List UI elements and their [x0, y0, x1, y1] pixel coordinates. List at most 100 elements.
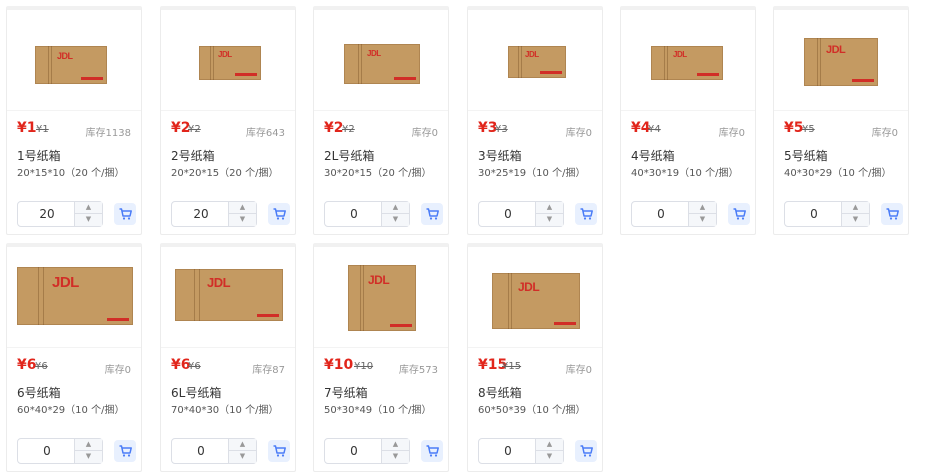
quantity-input[interactable]: 0	[632, 202, 690, 226]
product-card[interactable]: JDL ¥15 ¥15 库存0 8号纸箱 60*50*39（10 个/捆） 0 …	[467, 243, 603, 472]
add-to-cart-button[interactable]	[114, 440, 136, 462]
quantity-input[interactable]: 20	[172, 202, 230, 226]
stock-count: 库存0	[871, 128, 898, 139]
jdl-logo: JDL	[673, 50, 687, 59]
chevron-up-icon[interactable]: ▲	[841, 202, 869, 214]
product-image[interactable]: JDL	[7, 10, 141, 110]
product-image[interactable]: JDL	[161, 10, 295, 110]
quantity-stepper[interactable]: 0 ▲ ▼	[324, 201, 410, 227]
chevron-down-icon[interactable]: ▼	[228, 451, 256, 463]
add-to-cart-button[interactable]	[268, 203, 290, 225]
product-name[interactable]: 3号纸箱	[478, 147, 522, 164]
quantity-input[interactable]: 0	[172, 439, 230, 463]
product-card[interactable]: JDL ¥5 ¥5 库存0 5号纸箱 40*30*29（10 个/捆） 0 ▲ …	[773, 6, 909, 235]
original-price: ¥3	[495, 124, 508, 135]
product-name[interactable]: 1号纸箱	[17, 147, 61, 164]
product-card[interactable]: JDL ¥2 ¥2 库存0 2L号纸箱 30*20*15（20 个/捆） 0 ▲…	[313, 6, 449, 235]
cart-icon	[733, 208, 746, 220]
product-card[interactable]: JDL ¥1 ¥1 库存1138 1号纸箱 20*15*10（20 个/捆） 2…	[6, 6, 142, 235]
product-image[interactable]: JDL	[774, 10, 908, 110]
product-card[interactable]: JDL ¥10 ¥10 库存573 7号纸箱 50*30*49（10 个/捆） …	[313, 243, 449, 472]
quantity-stepper[interactable]: 0 ▲ ▼	[784, 201, 870, 227]
product-card[interactable]: JDL ¥6 ¥6 库存87 6L号纸箱 70*40*30（10 个/捆） 0 …	[160, 243, 296, 472]
quantity-stepper[interactable]: 0 ▲ ▼	[171, 438, 257, 464]
product-name[interactable]: 6L号纸箱	[171, 384, 221, 401]
chevron-up-icon[interactable]: ▲	[381, 439, 409, 451]
product-name[interactable]: 2L号纸箱	[324, 147, 374, 164]
chevron-up-icon[interactable]: ▲	[381, 202, 409, 214]
product-spec: 50*30*49（10 个/捆）	[324, 405, 432, 416]
stock-count: 库存0	[718, 128, 745, 139]
cart-icon	[886, 208, 899, 220]
quantity-stepper[interactable]: 0 ▲ ▼	[324, 438, 410, 464]
quantity-stepper[interactable]: 20 ▲ ▼	[171, 201, 257, 227]
quantity-stepper[interactable]: 0 ▲ ▼	[478, 438, 564, 464]
quantity-input[interactable]: 0	[325, 202, 383, 226]
quantity-input[interactable]: 0	[785, 202, 843, 226]
add-to-cart-button[interactable]	[881, 203, 903, 225]
chevron-down-icon[interactable]: ▼	[535, 451, 563, 463]
quantity-stepper[interactable]: 0 ▲ ▼	[17, 438, 103, 464]
add-to-cart-button[interactable]	[575, 203, 597, 225]
original-price: ¥2	[342, 124, 355, 135]
add-to-cart-button[interactable]	[421, 203, 443, 225]
chevron-down-icon[interactable]: ▼	[74, 214, 102, 226]
chevron-up-icon[interactable]: ▲	[228, 439, 256, 451]
stock-count: 库存0	[565, 365, 592, 376]
add-to-cart-button[interactable]	[575, 440, 597, 462]
product-image[interactable]: JDL	[314, 247, 448, 347]
jdl-logo: JDL	[207, 275, 231, 290]
chevron-up-icon[interactable]: ▲	[74, 202, 102, 214]
stock-count: 库存0	[411, 128, 438, 139]
quantity-stepper[interactable]: 0 ▲ ▼	[478, 201, 564, 227]
chevron-down-icon[interactable]: ▼	[228, 214, 256, 226]
chevron-down-icon[interactable]: ▼	[74, 451, 102, 463]
product-name[interactable]: 6号纸箱	[17, 384, 61, 401]
chevron-up-icon[interactable]: ▲	[535, 202, 563, 214]
chevron-up-icon[interactable]: ▲	[535, 439, 563, 451]
original-price: ¥15	[502, 361, 522, 372]
product-spec: 60*40*29（10 个/捆）	[17, 405, 125, 416]
stock-count: 库存643	[245, 128, 285, 139]
quantity-input[interactable]: 20	[18, 202, 76, 226]
quantity-input[interactable]: 0	[18, 439, 76, 463]
product-card[interactable]: JDL ¥3 ¥3 库存0 3号纸箱 30*25*19（10 个/捆） 0 ▲ …	[467, 6, 603, 235]
product-name[interactable]: 4号纸箱	[631, 147, 675, 164]
quantity-stepper[interactable]: 0 ▲ ▼	[631, 201, 717, 227]
product-image[interactable]: JDL	[314, 10, 448, 110]
chevron-down-icon[interactable]: ▼	[841, 214, 869, 226]
product-name[interactable]: 2号纸箱	[171, 147, 215, 164]
original-price: ¥4	[648, 124, 661, 135]
product-card[interactable]: JDL ¥6 ¥6 库存0 6号纸箱 60*40*29（10 个/捆） 0 ▲ …	[6, 243, 142, 472]
cart-icon	[580, 208, 593, 220]
price: ¥6	[17, 357, 37, 373]
product-image[interactable]: JDL	[468, 247, 602, 347]
product-spec: 70*40*30（10 个/捆）	[171, 405, 279, 416]
quantity-input[interactable]: 0	[479, 439, 537, 463]
chevron-down-icon[interactable]: ▼	[535, 214, 563, 226]
add-to-cart-button[interactable]	[421, 440, 443, 462]
quantity-stepper[interactable]: 20 ▲ ▼	[17, 201, 103, 227]
stock-count: 库存0	[565, 128, 592, 139]
product-image[interactable]: JDL	[468, 10, 602, 110]
product-card[interactable]: JDL ¥2 ¥2 库存643 2号纸箱 20*20*15（20 个/捆） 20…	[160, 6, 296, 235]
product-image[interactable]: JDL	[621, 10, 755, 110]
chevron-down-icon[interactable]: ▼	[381, 214, 409, 226]
add-to-cart-button[interactable]	[728, 203, 750, 225]
product-name[interactable]: 5号纸箱	[784, 147, 828, 164]
add-to-cart-button[interactable]	[114, 203, 136, 225]
product-image[interactable]: JDL	[7, 247, 141, 347]
product-name[interactable]: 7号纸箱	[324, 384, 368, 401]
chevron-up-icon[interactable]: ▲	[688, 202, 716, 214]
product-card[interactable]: JDL ¥4 ¥4 库存0 4号纸箱 40*30*19（10 个/捆） 0 ▲ …	[620, 6, 756, 235]
jdl-logo: JDL	[525, 50, 539, 59]
chevron-down-icon[interactable]: ▼	[381, 451, 409, 463]
chevron-up-icon[interactable]: ▲	[228, 202, 256, 214]
add-to-cart-button[interactable]	[268, 440, 290, 462]
chevron-down-icon[interactable]: ▼	[688, 214, 716, 226]
product-name[interactable]: 8号纸箱	[478, 384, 522, 401]
quantity-input[interactable]: 0	[325, 439, 383, 463]
quantity-input[interactable]: 0	[479, 202, 537, 226]
chevron-up-icon[interactable]: ▲	[74, 439, 102, 451]
product-image[interactable]: JDL	[161, 247, 295, 347]
